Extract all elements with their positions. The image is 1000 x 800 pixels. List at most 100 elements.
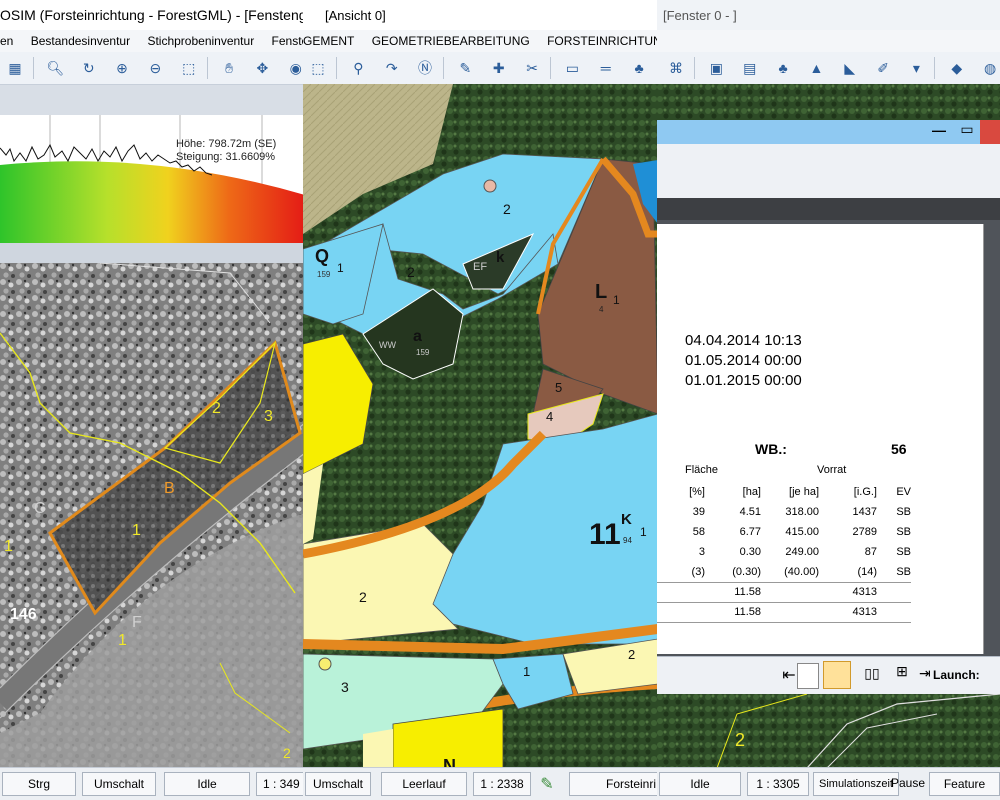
- rotate-icon[interactable]: ↻: [78, 57, 100, 79]
- redo-icon[interactable]: ↷: [381, 57, 403, 79]
- zoom-in-icon[interactable]: ⊕: [111, 57, 133, 79]
- pan-hand-icon[interactable]: ✋︎: [218, 57, 240, 79]
- wb-label: WB.:: [755, 441, 787, 457]
- split-icon[interactable]: ✂: [521, 57, 543, 79]
- grid-pages-icon[interactable]: ⊞: [889, 663, 915, 687]
- toolbar: ▦ 🔍︎ ↻ ⊕ ⊖ ⬚ ✋︎ ✥ ◉: [0, 52, 305, 85]
- layer-icon[interactable]: ▦: [4, 57, 26, 79]
- add-node-icon[interactable]: ✚: [488, 57, 510, 79]
- network-icon[interactable]: ⌘: [665, 57, 687, 79]
- facing-pages-icon[interactable]: ▯▯: [859, 665, 885, 687]
- report-date: 04.04.2014 10:13: [685, 332, 802, 349]
- eraser-icon[interactable]: ✐: [872, 57, 894, 79]
- status-bar: Umschalt Leerlauf 1 : 2338 ✎ Forsteinri: [303, 767, 658, 800]
- single-page-icon[interactable]: [797, 663, 819, 689]
- stand-icon[interactable]: ▣: [705, 57, 727, 79]
- search-icon[interactable]: 🔍︎: [44, 57, 66, 79]
- map-label: Q: [315, 246, 329, 266]
- move-icon[interactable]: ✥: [251, 57, 273, 79]
- menu-item-fenster[interactable]: Fenster: [272, 34, 305, 48]
- table-row: (3) (0.30) (40.00) (14) SB: [691, 565, 911, 578]
- slope-icon[interactable]: ◣: [839, 57, 861, 79]
- menu-item-forsteinrichtung[interactable]: FORSTEINRICHTUNG: [547, 34, 658, 48]
- menu-item-stichprobeninventur[interactable]: Stichprobeninventur: [147, 34, 254, 48]
- aerial-map-bottom[interactable]: 2: [657, 694, 1000, 768]
- menu-bar: GEMENT GEOMETRIEBEARBEITUNG FORSTEINRICH…: [303, 30, 658, 52]
- tree-icon[interactable]: ♣: [772, 57, 794, 79]
- map-label: 1: [523, 664, 530, 679]
- report-toolbar: [657, 144, 1000, 198]
- menu-item-en[interactable]: en: [0, 34, 13, 48]
- table-total-row: 11.58 4313: [657, 582, 911, 602]
- report-bottom-toolbar: ⇤ ▯▯ ⊞ ⇥ Launch:: [657, 656, 1000, 695]
- table-total-row: 11.58 4313: [657, 602, 911, 622]
- window-title: [Fenster 0 - ]: [663, 8, 737, 23]
- menu-item-bestandesinventur[interactable]: Bestandesinventur: [31, 34, 130, 48]
- scale-indicator[interactable]: 1 : 349: [256, 772, 305, 796]
- forsteinrichtung-status: Forsteinri: [569, 772, 658, 796]
- maximize-icon[interactable]: ▭: [958, 121, 976, 138]
- terrain-icon[interactable]: ▲: [805, 57, 827, 79]
- launch-label: Launch:: [933, 668, 980, 682]
- map-label: 1: [118, 632, 127, 649]
- map-label: 1: [132, 522, 141, 539]
- simulation-time-label: Simulationszeit: [813, 772, 899, 796]
- diamond-icon[interactable]: ◆: [946, 57, 968, 79]
- map-label: F: [132, 614, 142, 631]
- umschalt-key-indicator: Umschalt: [82, 772, 156, 796]
- menu-item-gement[interactable]: GEMENT: [303, 34, 354, 48]
- tree-icon[interactable]: ♣: [628, 57, 650, 79]
- pin-icon[interactable]: ⚲: [347, 57, 369, 79]
- column-header: [i.G.]: [853, 486, 877, 498]
- area-icon[interactable]: ▤: [739, 57, 761, 79]
- menu-bar: en Bestandesinventur Stichprobeninventur…: [0, 30, 305, 52]
- window-title: [Ansicht 0]: [325, 8, 386, 23]
- pencil-edit-icon[interactable]: ✎: [537, 774, 557, 794]
- edit-node-icon[interactable]: ✎: [454, 57, 476, 79]
- panel-header: [0, 85, 305, 115]
- table-row: 3 0.30 249.00 87 SB: [698, 546, 911, 558]
- map-label: K: [621, 511, 632, 528]
- status-bar: Strg Umschalt Idle 1 : 349: [0, 767, 305, 800]
- column-header: EV: [896, 486, 911, 498]
- compass-icon[interactable]: ◉: [285, 57, 305, 79]
- menu-item-geometriebearbeitung[interactable]: GEOMETRIEBEARBEITUNG: [372, 34, 530, 48]
- minimize-icon[interactable]: —: [930, 122, 948, 138]
- report-viewer: — ▭ 04.04.2014 10:13 01.05.2014 00:00 01…: [657, 120, 1000, 695]
- window-title-bar: [Ansicht 0]: [303, 0, 658, 30]
- table-row: 39 4.51 318.00 1437 SB: [692, 506, 911, 518]
- report-table: [%] [ha] [je ha] [i.G.] EV 39 4.51 318.00 1…: [657, 482, 911, 623]
- close-button[interactable]: [980, 120, 1000, 144]
- aerial-map-grayscale[interactable]: 2 3 B 1 C 1 146 1 F 2: [0, 263, 305, 768]
- pause-button[interactable]: Pause: [891, 772, 925, 794]
- column-group-flaeche: Fläche: [685, 464, 719, 476]
- scale-indicator[interactable]: 1 : 3305: [747, 772, 809, 796]
- zoom-out-icon[interactable]: ⊖: [144, 57, 166, 79]
- double-page-icon[interactable]: [823, 661, 851, 689]
- gis-window-left: OSIM (Forsteinrichtung - ForestGML) - [F…: [0, 0, 305, 800]
- zoom-box-icon[interactable]: ⬚: [178, 57, 200, 79]
- scale-indicator[interactable]: 1 : 2338: [473, 772, 531, 796]
- map-label: L: [595, 281, 607, 303]
- idle-status: Idle: [659, 772, 741, 796]
- strg-key-indicator: Strg: [2, 772, 76, 796]
- map-label: WW: [379, 340, 396, 350]
- north-icon[interactable]: Ⓝ: [414, 57, 436, 79]
- measure-icon[interactable]: ▭: [561, 57, 583, 79]
- map-label: 159: [416, 348, 430, 357]
- report-page: 04.04.2014 10:13 01.05.2014 00:00 01.01.…: [657, 224, 984, 654]
- column-header: [%]: [689, 486, 705, 498]
- status-bar: Idle 1 : 3305 Simulationszeit Pause Feat…: [657, 767, 1000, 800]
- select-icon[interactable]: ⬚: [307, 57, 329, 79]
- first-page-icon[interactable]: ⇤: [779, 665, 799, 687]
- map-label: 2: [503, 201, 511, 217]
- column-group-vorrat: Vorrat: [817, 464, 847, 476]
- dropdown-icon[interactable]: ▾: [905, 57, 927, 79]
- map-label: 146: [10, 606, 37, 623]
- map-label: 5: [555, 380, 562, 395]
- next-page-icon[interactable]: ⇥: [919, 665, 933, 682]
- map-label: 1: [337, 261, 344, 275]
- forest-stand-map[interactable]: 2 Q 159 1 2 EF k L 4 1 a 159 WW 5 4 11 K…: [303, 84, 658, 768]
- globe-icon[interactable]: ◍: [979, 57, 1000, 79]
- ruler-icon[interactable]: ═: [595, 57, 617, 79]
